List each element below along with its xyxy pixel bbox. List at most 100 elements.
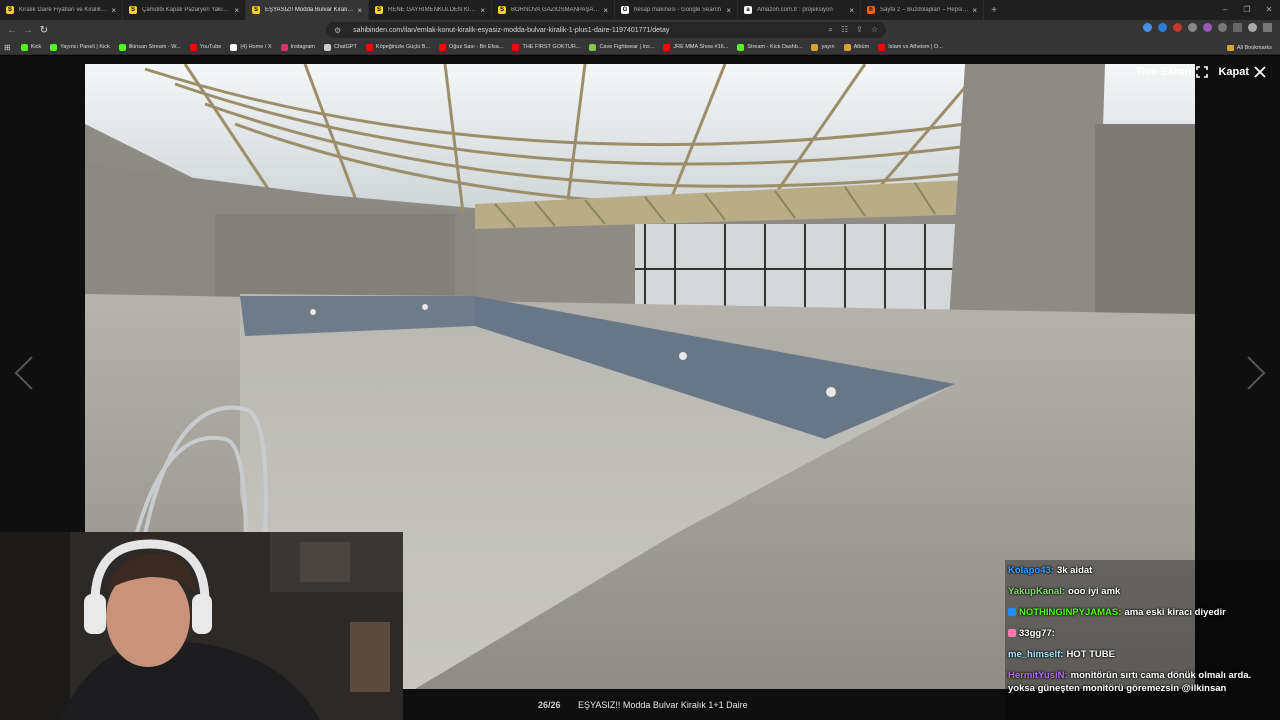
- chat-username[interactable]: 33gg77:: [1019, 628, 1055, 639]
- chat-username[interactable]: Kolapo43:: [1008, 565, 1054, 576]
- extension-icon[interactable]: [1173, 23, 1182, 32]
- forward-icon[interactable]: →: [20, 25, 36, 36]
- bookmark-label: Yayıncı Paneli | Kick: [60, 44, 110, 50]
- bookmark-item[interactable]: ChatGPT: [323, 43, 357, 51]
- reader-icon[interactable]: ☷: [841, 25, 848, 35]
- bookmark-item[interactable]: JRE MMA Show #16...: [663, 43, 728, 51]
- tab-title: EŞYASIZ!! Modda Bulvar Kiralık 1+1: [265, 7, 355, 13]
- tab-close-icon[interactable]: ×: [849, 6, 854, 15]
- bookmark-label: Islam vs Atheism | O...: [888, 44, 943, 50]
- tab-title: Sayfa 2 – Buzdolapları – Hepsiburada: [880, 7, 970, 13]
- tab-title: Kiralık Daire Fiyatları ve Kiralık Ev İl…: [19, 7, 108, 13]
- chat-username[interactable]: HermitYusiN:: [1008, 670, 1068, 681]
- extension-icon[interactable]: [1203, 23, 1212, 32]
- omnibox-actions: ⌕ ☷ ⇪ ☆: [828, 25, 878, 35]
- tab-close-icon[interactable]: ×: [972, 6, 977, 15]
- url-text[interactable]: sahibinden.com/ilan/emlak-konut-kiralik-…: [353, 27, 669, 34]
- chat-text: HOT TUBE: [1066, 649, 1115, 660]
- chat-text: 3k aidat: [1056, 565, 1093, 576]
- tab-close-icon[interactable]: ×: [357, 6, 362, 15]
- bookmark-label: YouTube: [199, 44, 222, 50]
- puzzle-icon[interactable]: [1218, 23, 1227, 32]
- back-icon[interactable]: ←: [4, 25, 20, 36]
- extension-icon[interactable]: [1188, 23, 1197, 32]
- bookmarks-bar: ⊞ Kick Yayıncı Paneli | Kick ilkinsan Stre…: [0, 40, 1280, 55]
- bookmark-item[interactable]: Cave Fightwear | Ins...: [589, 43, 654, 51]
- bookmark-favicon-icon: [118, 43, 126, 51]
- extension-icon[interactable]: [1158, 23, 1167, 32]
- chat-username[interactable]: YakupKanal:: [1008, 586, 1065, 597]
- bookmark-favicon-icon: [20, 43, 28, 51]
- tab-favicon-icon: S: [375, 6, 383, 14]
- sidebar-icon[interactable]: [1233, 23, 1242, 32]
- chat-text: ooo iyi amk: [1068, 586, 1121, 597]
- fullscreen-icon: [1196, 66, 1209, 78]
- bookmark-favicon-icon: [589, 43, 597, 51]
- tab-strip: S Kiralık Daire Fiyatları ve Kiralık Ev İ…: [0, 0, 1280, 20]
- all-bookmarks[interactable]: All Bookmarks: [1226, 40, 1272, 55]
- close-window-icon[interactable]: ✕: [1258, 0, 1280, 20]
- bookmark-item[interactable]: Oğuz Sası - Bir Efsa...: [439, 43, 503, 51]
- tab-close-icon[interactable]: ×: [603, 6, 608, 15]
- extension-icon[interactable]: [1143, 23, 1152, 32]
- bookmark-label: THE FIRST GOKTUR...: [522, 44, 581, 50]
- bookmark-item[interactable]: ilkinsan Stream - W...: [118, 43, 181, 51]
- reload-icon[interactable]: ↻: [36, 25, 52, 36]
- chat-username[interactable]: NOTHINGINPYJAMAS:: [1019, 607, 1121, 618]
- chat-badge-icon: [1008, 608, 1016, 616]
- chat-message: YakupKanal: ooo iyi amk: [1005, 581, 1280, 602]
- bookmark-favicon-icon: [843, 43, 851, 51]
- browser-tab[interactable]: a Amazon.com.tr : projeksiyon ×: [738, 0, 861, 20]
- bookmark-item[interactable]: Köpeğinizle Güçlü B...: [365, 43, 430, 51]
- bookmark-favicon-icon: [811, 43, 819, 51]
- bookmark-item[interactable]: Yayıncı Paneli | Kick: [50, 43, 110, 51]
- chat-username[interactable]: me_himself:: [1008, 649, 1063, 660]
- bookmark-item[interactable]: yayın: [811, 43, 835, 51]
- tab-close-icon[interactable]: ×: [726, 6, 731, 15]
- bookmark-label: yayın: [821, 44, 835, 50]
- bookmark-item[interactable]: Instagram: [280, 43, 315, 51]
- bookmark-item[interactable]: (4) Home / X: [230, 43, 272, 51]
- bookmark-item[interactable]: Islam vs Atheism | O...: [878, 43, 943, 51]
- bookmark-item[interactable]: Stream - Kick Dashb...: [737, 43, 802, 51]
- previous-arrow-icon[interactable]: [12, 355, 36, 391]
- apps-icon[interactable]: ⊞: [4, 43, 11, 52]
- tab-close-icon[interactable]: ×: [480, 6, 485, 15]
- fullscreen-button[interactable]: Tam Ekran: [1136, 66, 1209, 78]
- tab-favicon-icon: a: [744, 6, 752, 14]
- share-icon[interactable]: ⇪: [856, 25, 863, 35]
- browser-tab[interactable]: S Çamdibi Kapalı Pazaryeri Yakını Full Eş…: [123, 0, 246, 20]
- bookmark-favicon-icon: [512, 43, 520, 51]
- bookmark-item[interactable]: Kick: [20, 43, 41, 51]
- close-viewer-button[interactable]: Kapat: [1218, 66, 1266, 78]
- minimize-icon[interactable]: –: [1214, 0, 1236, 20]
- browser-tab[interactable]: S Kiralık Daire Fiyatları ve Kiralık Ev İ…: [0, 0, 123, 20]
- bookmark-favicon-icon: [50, 43, 58, 51]
- zoom-icon[interactable]: ⌕: [828, 25, 832, 35]
- address-bar[interactable]: ⚙ sahibinden.com/ilan/emlak-konut-kirali…: [326, 22, 886, 38]
- tab-close-icon[interactable]: ×: [111, 6, 116, 15]
- bookmark-item[interactable]: YouTube: [189, 43, 222, 51]
- bookmark-star-icon[interactable]: ☆: [871, 25, 878, 35]
- new-tab-button[interactable]: +: [984, 5, 1004, 16]
- tab-favicon-icon: S: [252, 6, 260, 14]
- next-arrow-icon[interactable]: [1244, 355, 1268, 391]
- browser-tab[interactable]: S RENE GAYRİMENKULDEN KİRALIK 2+1×: [369, 0, 492, 20]
- tab-title: hesap makinesi - Google Search: [634, 7, 722, 13]
- browser-tab[interactable]: h Sayfa 2 – Buzdolapları – Hepsiburada×: [861, 0, 984, 20]
- site-info-icon[interactable]: ⚙: [334, 26, 341, 35]
- profile-icon[interactable]: [1248, 23, 1257, 32]
- menu-icon[interactable]: [1263, 23, 1272, 32]
- tab-close-icon[interactable]: ×: [234, 6, 239, 15]
- bookmark-item[interactable]: THE FIRST GOKTUR...: [512, 43, 581, 51]
- tab-title: BORNOVA GAZİOSMANPAŞA'DA KİRALIK: [511, 7, 601, 13]
- bookmark-label: ChatGPT: [333, 44, 357, 50]
- bookmark-favicon-icon: [189, 43, 197, 51]
- bookmark-label: Instagram: [290, 44, 315, 50]
- maximize-icon[interactable]: ❐: [1236, 0, 1258, 20]
- browser-tab[interactable]: Ghesap makinesi - Google Search ×: [615, 0, 738, 20]
- browser-tab[interactable]: S BORNOVA GAZİOSMANPAŞA'DA KİRALIK×: [492, 0, 615, 20]
- bookmark-item[interactable]: Albüm: [843, 43, 869, 51]
- browser-tab[interactable]: S EŞYASIZ!! Modda Bulvar Kiralık 1+1 ×: [246, 0, 369, 20]
- close-icon: [1254, 66, 1266, 78]
